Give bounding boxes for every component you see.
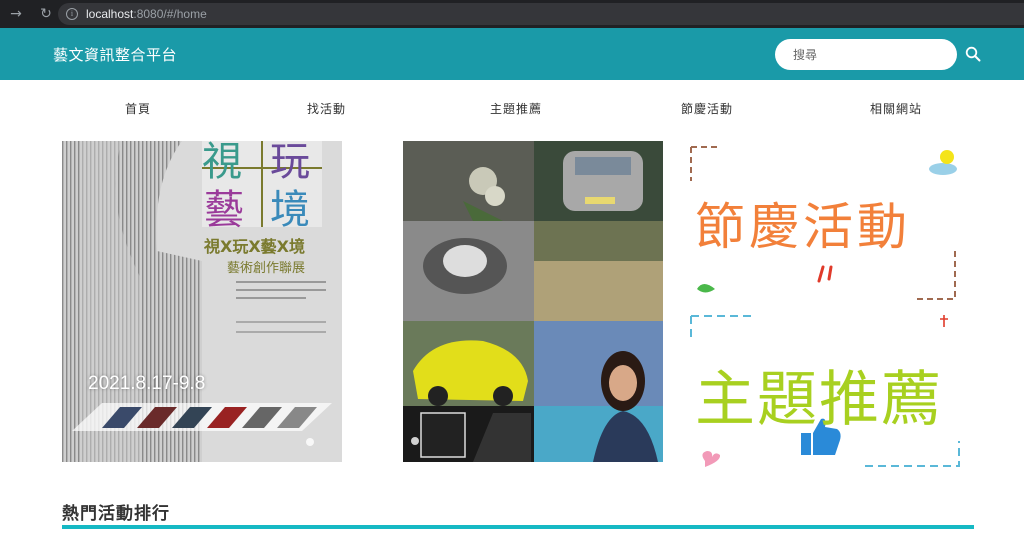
collage-artwork <box>403 141 663 462</box>
nav-item-theme[interactable]: 主題推薦 <box>490 100 542 117</box>
main-nav: 首頁 找活動 主題推薦 節慶活動 相關網站 <box>0 100 1024 122</box>
url-text: localhost:8080/#/home <box>86 7 207 21</box>
banner-poster[interactable]: 視 玩 藝 境 視X玩X藝X境 藝術創作聯展 2021.8.17-9.8 <box>62 141 342 462</box>
site-header: 藝文資訊整合平台 <box>0 28 1024 80</box>
carousel-dot[interactable] <box>306 438 314 446</box>
back-arrow-icon[interactable]: → <box>8 6 24 22</box>
banner-theme-collage[interactable] <box>403 141 663 462</box>
poster-char-3: 藝 <box>204 187 244 233</box>
nav-item-home[interactable]: 首頁 <box>125 100 151 117</box>
hot-events-title: 熱門活動排行 <box>62 504 170 524</box>
section-divider <box>62 525 974 529</box>
nav-item-links[interactable]: 相關網站 <box>870 100 922 117</box>
poster-title: 視X玩X藝X境 <box>204 237 306 256</box>
browser-toolbar: → ↻ i localhost:8080/#/home <box>0 0 1024 28</box>
site-brand[interactable]: 藝文資訊整合平台 <box>53 44 177 65</box>
banner-festival-theme[interactable]: 節慶活動 主題推薦 <box>685 141 967 474</box>
carousel-dot[interactable] <box>411 437 419 445</box>
poster-date: 2021.8.17-9.8 <box>88 373 206 394</box>
nav-item-festival[interactable]: 節慶活動 <box>681 100 733 117</box>
theme-headline: 主題推薦 <box>695 365 943 435</box>
nav-item-find-events[interactable]: 找活動 <box>307 100 346 117</box>
poster-char-4: 境 <box>270 187 310 233</box>
search-input[interactable] <box>775 39 957 70</box>
festival-headline: 節慶活動 <box>695 198 911 256</box>
search-icon[interactable] <box>965 46 981 62</box>
reload-icon[interactable]: ↻ <box>38 6 54 22</box>
poster-subtitle: 藝術創作聯展 <box>227 261 306 276</box>
address-bar[interactable]: i localhost:8080/#/home <box>58 3 1024 25</box>
info-icon[interactable]: i <box>66 8 78 20</box>
